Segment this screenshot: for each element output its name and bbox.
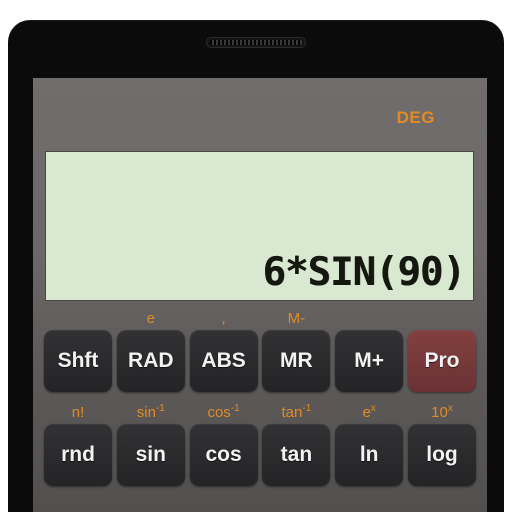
key-label: Shft [57,349,99,372]
key-cell-cos: cos-1 cos [189,402,258,486]
keypad: Shft e RAD, ABS M- MR M+ Pro n! rnd sin-1 sin cos-1… [33,308,487,496]
lcd-display[interactable]: 6*SIN(90) [45,151,474,301]
key-sin[interactable]: sin [116,424,185,486]
key-cell-log: 10x log [407,402,476,486]
key-cell-pro: Pro [407,308,476,392]
key-alt-label-abs[interactable]: , [222,308,226,330]
key-cell-tan: tan-1 tan [262,402,331,486]
key-alt-superscript: x [370,403,376,414]
key-row-1: Shft e RAD, ABS M- MR M+ Pro [33,308,487,392]
key-label: Pro [424,349,460,372]
key-pro[interactable]: Pro [407,330,476,392]
key-abs[interactable]: ABS [189,330,258,392]
key-alt-superscript: x [447,403,453,414]
key-tan[interactable]: tan [262,424,331,486]
key-cell-rnd: n! rnd [44,402,112,486]
app-screen: DEG 6*SIN(90) Shft e RAD, ABS M- MR M+ Pro n! rn… [33,78,487,512]
key-cell-mr: M- MR [262,308,331,392]
key-cell-sin: sin-1 sin [116,402,185,486]
key-ln[interactable]: ln [335,424,404,486]
key-label: ln [359,443,379,466]
mode-indicator-bar: DEG [33,78,487,148]
key-alt-label-log[interactable]: 10x [431,402,453,424]
key-alt-label-tan[interactable]: tan-1 [282,402,312,424]
key-cell-shft: Shft [44,308,112,392]
key-rad[interactable]: RAD [116,330,185,392]
angle-mode-indicator[interactable]: DEG [397,108,435,128]
key-alt-superscript: -1 [302,403,312,414]
key-cell-ln: ex ln [335,402,404,486]
key-cos[interactable]: cos [189,424,258,486]
key-cell-rad: e RAD [116,308,185,392]
lcd-expression-text: 6*SIN(90) [262,250,466,295]
key-label: sin [135,443,166,466]
key-label: ABS [201,349,246,372]
key-shft[interactable]: Shft [44,330,112,392]
key-row-2: n! rnd sin-1 sin cos-1 cos tan-1 tan ex ln 10x log [33,402,487,486]
key-alt-label-sin[interactable]: sin-1 [137,402,165,424]
key-label: MR [280,349,313,372]
phone-device-frame: DEG 6*SIN(90) Shft e RAD, ABS M- MR M+ Pro n! rn… [8,20,504,512]
key-alt-label-mr[interactable]: M- [288,308,306,330]
speaker-grille-dots [210,40,302,45]
key-m+[interactable]: M+ [335,330,404,392]
key-cell-m+: M+ [335,308,404,392]
key-label: cos [205,443,242,466]
key-log[interactable]: log [407,424,476,486]
key-label: RAD [128,349,174,372]
key-label: tan [280,443,313,466]
key-label: rnd [61,443,95,466]
speaker-grille-icon [206,37,306,48]
calculator-app-screenshot: DEG 6*SIN(90) Shft e RAD, ABS M- MR M+ Pro n! rn… [0,0,512,512]
key-alt-superscript: -1 [155,403,165,414]
key-alt-label-rad[interactable]: e [147,308,155,330]
key-alt-label-cos[interactable]: cos-1 [207,402,239,424]
key-cell-abs: , ABS [189,308,258,392]
key-rnd[interactable]: rnd [44,424,112,486]
key-alt-label-ln[interactable]: ex [363,402,376,424]
key-label: log [426,443,458,466]
key-alt-label-rnd[interactable]: n! [72,402,85,424]
key-label: M+ [354,349,385,372]
key-alt-superscript: -1 [230,403,240,414]
key-mr[interactable]: MR [262,330,331,392]
